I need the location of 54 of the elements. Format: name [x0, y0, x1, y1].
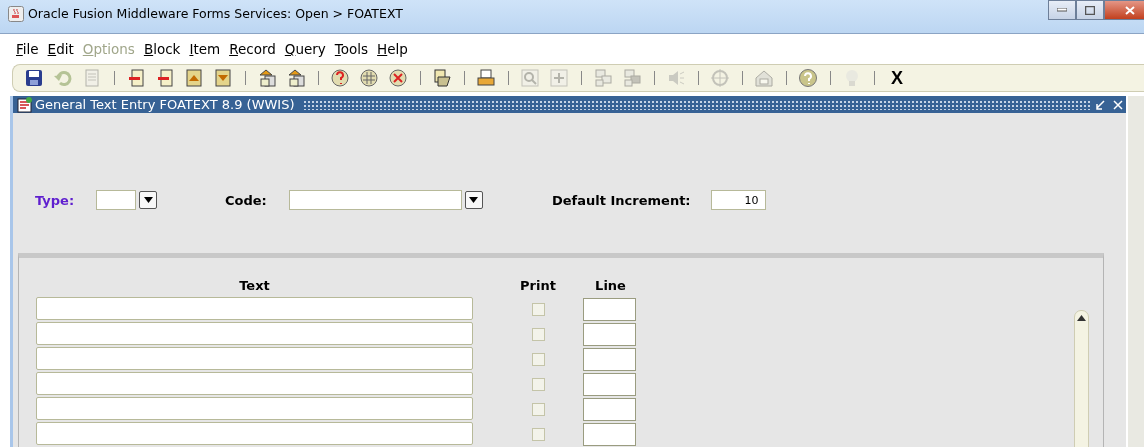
menu-item[interactable]: Item	[186, 41, 227, 57]
maximize-icon	[1085, 5, 1095, 15]
line-field[interactable]	[583, 373, 636, 396]
exit-button[interactable]: X	[887, 67, 907, 89]
maximize-button[interactable]	[1076, 0, 1104, 20]
checkbox[interactable]	[531, 403, 545, 416]
field-label: Code:	[225, 192, 267, 208]
column-header: Print	[519, 278, 557, 293]
text-field[interactable]	[36, 322, 473, 345]
window-title: Oracle Fusion Middleware Forms Services: Open > FOATEXT	[28, 6, 403, 22]
text-field[interactable]	[36, 297, 473, 320]
checkbox[interactable]	[531, 328, 545, 341]
text-field[interactable]	[36, 347, 473, 370]
column-header: Text	[238, 278, 271, 293]
input-field[interactable]: 10	[710, 190, 766, 210]
checkbox[interactable]	[531, 353, 545, 366]
text-field[interactable]	[36, 372, 473, 395]
line-field[interactable]	[583, 423, 636, 446]
close-button[interactable]	[1110, 99, 1126, 110]
line-field[interactable]	[583, 323, 636, 346]
column-header: Line	[594, 278, 627, 293]
menu-item[interactable]: Edit	[44, 41, 80, 57]
menu-item[interactable]: Record	[226, 41, 282, 57]
field-label: Default Increment:	[552, 192, 691, 208]
form-title: General Text Entry FOATEXT 8.9 (WWIS)	[35, 97, 295, 112]
dropdown-button[interactable]	[464, 191, 483, 209]
menu-item[interactable]: Block	[140, 41, 187, 57]
text-field[interactable]	[36, 422, 473, 445]
text-field[interactable]	[36, 397, 473, 420]
line-field[interactable]	[583, 348, 636, 371]
caret-icon	[469, 197, 479, 203]
close-icon	[1113, 99, 1123, 110]
line-field[interactable]	[583, 398, 636, 421]
form-icon	[17, 96, 33, 113]
input-field[interactable]	[96, 190, 137, 210]
checkbox[interactable]	[531, 303, 545, 316]
menu-item[interactable]: Help	[374, 41, 414, 57]
minimize-icon	[1095, 99, 1105, 110]
dropdown-button[interactable]	[139, 191, 158, 209]
field-label: Type:	[35, 192, 75, 208]
minimize-button[interactable]	[1048, 0, 1076, 20]
line-field[interactable]	[583, 298, 636, 321]
caret-icon	[143, 197, 153, 203]
minimize-icon	[1057, 8, 1067, 12]
close-button[interactable]	[1104, 0, 1144, 20]
menu-item[interactable]: Tools	[331, 41, 375, 57]
cup-icon	[8, 6, 24, 22]
close-icon	[1125, 5, 1135, 15]
menu-item[interactable]: File	[13, 41, 45, 57]
input-field[interactable]	[288, 190, 462, 210]
checkbox[interactable]	[531, 428, 545, 441]
checkbox[interactable]	[531, 378, 545, 391]
menu-item[interactable]: Query	[281, 41, 332, 57]
caret-icon	[1077, 315, 1086, 321]
